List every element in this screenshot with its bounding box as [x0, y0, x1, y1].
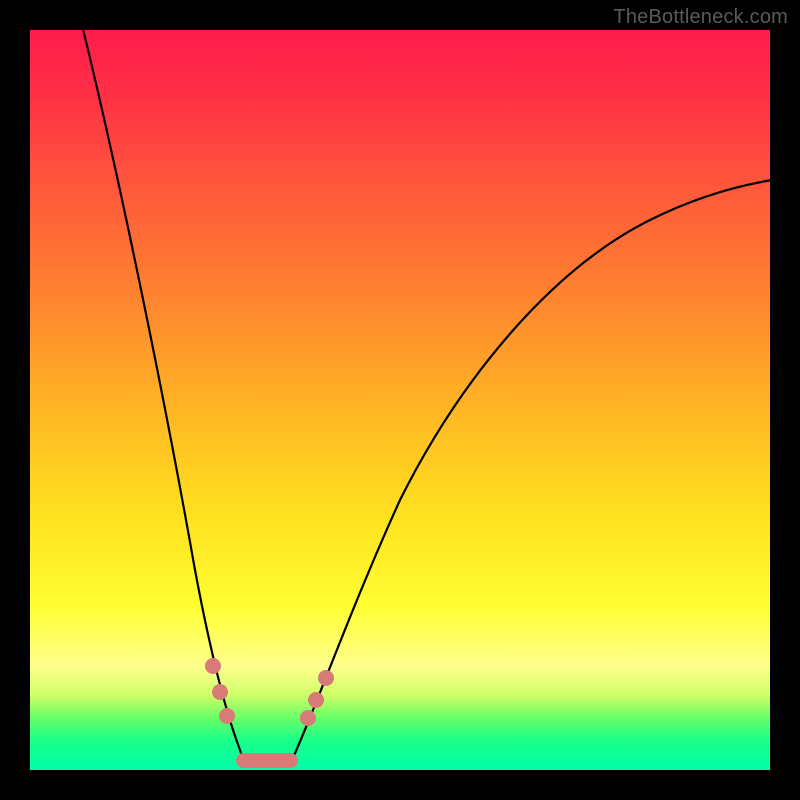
marker-dot: [219, 708, 235, 724]
plot-area: [30, 30, 770, 770]
watermark-text: TheBottleneck.com: [613, 6, 788, 29]
bottleneck-curve: [30, 30, 770, 770]
curve-left-branch: [82, 25, 243, 760]
chart-frame: TheBottleneck.com: [0, 0, 800, 800]
marker-dot: [318, 670, 334, 686]
curve-right-branch: [292, 180, 772, 760]
marker-dot: [300, 710, 316, 726]
marker-flat-segment: [236, 753, 298, 768]
marker-dot: [205, 658, 221, 674]
marker-dot: [212, 684, 228, 700]
marker-dot: [308, 692, 324, 708]
